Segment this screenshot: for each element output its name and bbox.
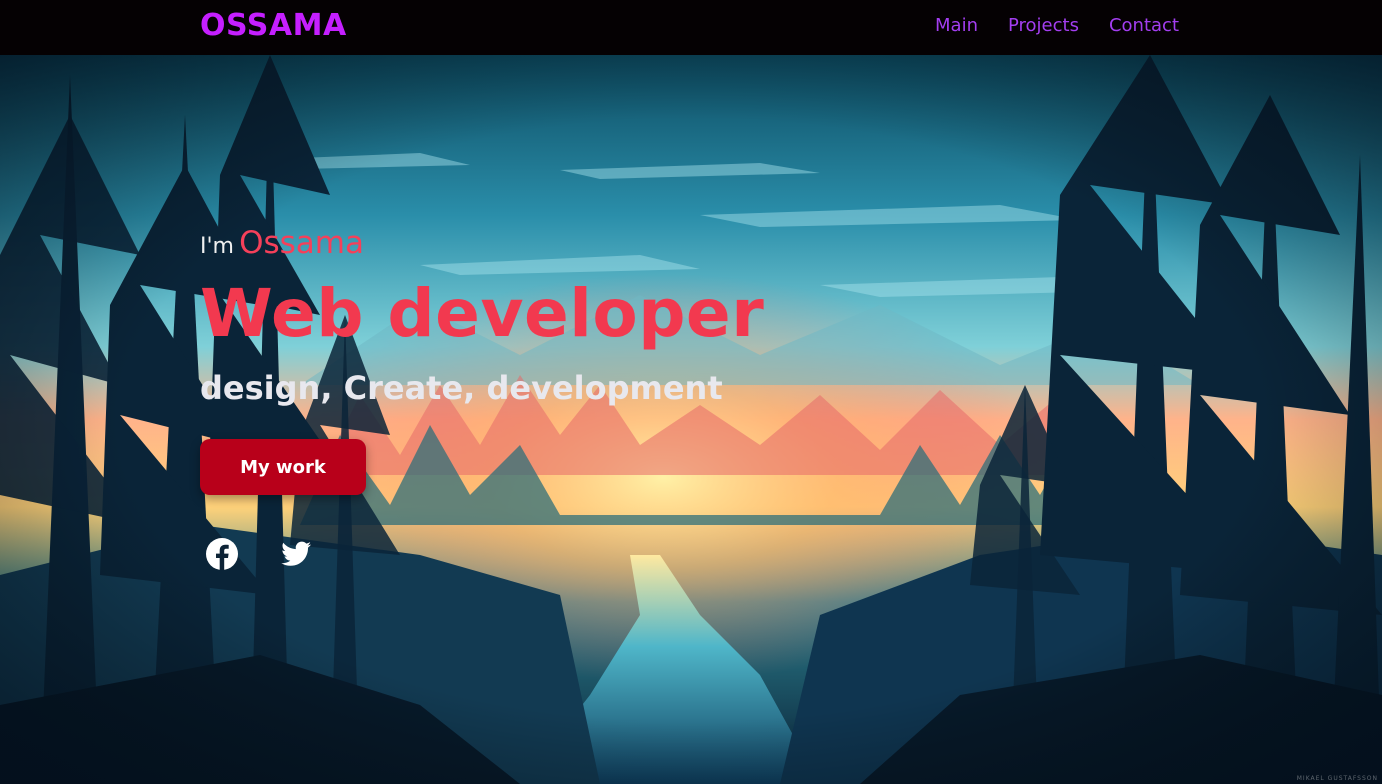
navbar: OSSAMA Main Projects Contact xyxy=(0,0,1382,55)
nav-link-projects[interactable]: Projects xyxy=(1008,15,1079,36)
intro-line: I'm Ossama xyxy=(200,225,364,261)
hero-background-illustration xyxy=(0,55,1382,784)
my-work-button[interactable]: My work xyxy=(200,439,366,495)
facebook-icon[interactable] xyxy=(205,537,239,571)
intro-prefix: I'm xyxy=(200,234,234,259)
nav-links: Main Projects Contact xyxy=(935,15,1179,36)
twitter-icon[interactable] xyxy=(279,537,313,571)
intro-name: Ossama xyxy=(239,225,364,261)
social-links xyxy=(205,537,313,571)
hero-section: I'm Ossama Web developer design, Create,… xyxy=(0,55,1382,784)
nav-link-contact[interactable]: Contact xyxy=(1109,15,1179,36)
site-logo[interactable]: OSSAMA xyxy=(200,8,347,43)
hero-tagline: design, Create, development xyxy=(200,369,723,407)
hero-headline: Web developer xyxy=(200,275,765,352)
nav-link-main[interactable]: Main xyxy=(935,15,978,36)
artist-credit: MIKAEL GUSTAFSSON xyxy=(1296,775,1378,782)
